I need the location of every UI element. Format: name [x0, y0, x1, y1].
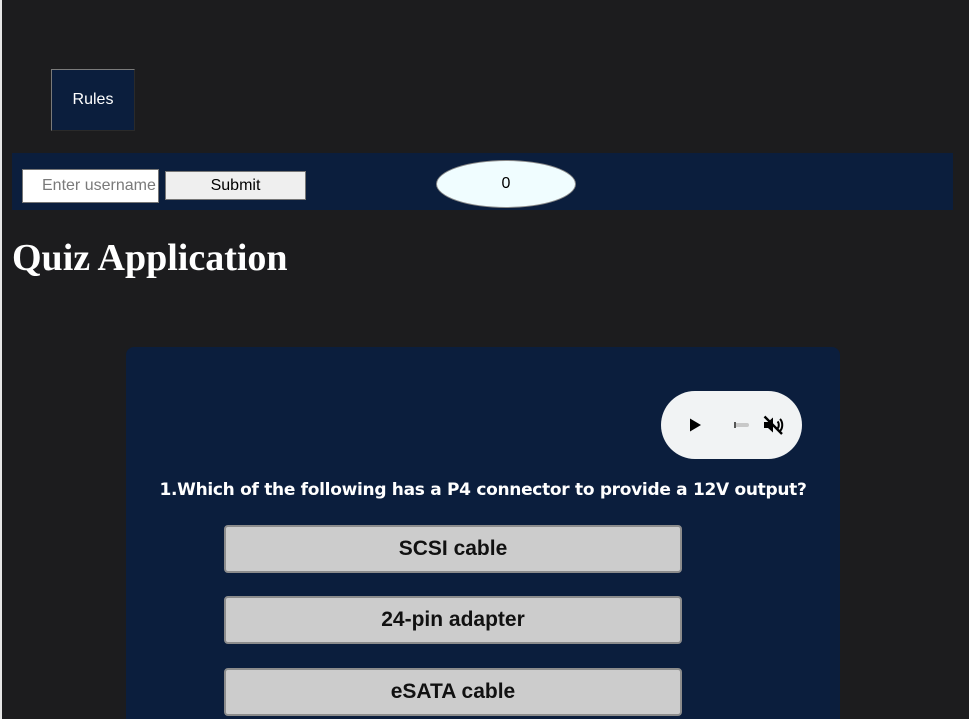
volume-slider-knob[interactable] — [734, 422, 736, 428]
answer-option-2[interactable]: 24-pin adapter — [224, 596, 682, 644]
volume-slider[interactable] — [734, 422, 749, 428]
audio-player — [661, 391, 802, 459]
rules-button[interactable]: Rules — [51, 69, 135, 131]
play-icon[interactable] — [687, 417, 703, 433]
score-display: 0 — [436, 160, 576, 208]
top-bar: Submit 0 — [12, 153, 953, 210]
page-title: Quiz Application — [12, 237, 288, 279]
volume-muted-icon[interactable] — [761, 413, 785, 437]
submit-button[interactable]: Submit — [165, 171, 306, 200]
question-text: 1.Which of the following has a P4 connec… — [159, 480, 807, 500]
answer-option-3[interactable]: eSATA cable — [224, 668, 682, 716]
quiz-card: 1.Which of the following has a P4 connec… — [126, 347, 840, 719]
username-input[interactable] — [22, 169, 159, 203]
answer-option-1[interactable]: SCSI cable — [224, 525, 682, 573]
page: Rules Submit 0 Quiz Application 1.Which … — [0, 0, 969, 719]
